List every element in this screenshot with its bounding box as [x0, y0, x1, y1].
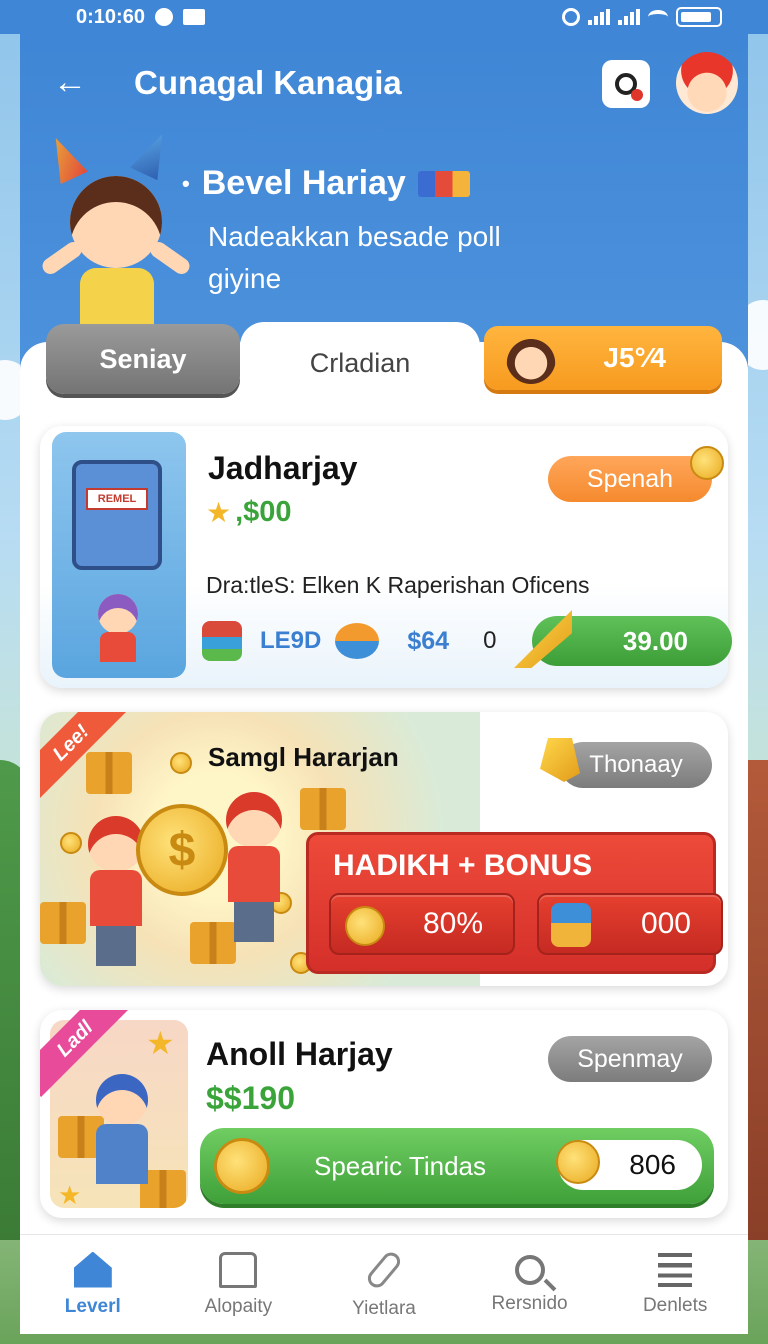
nav-item-leverl[interactable]: Leverl — [20, 1235, 166, 1334]
app-notification-icon — [182, 9, 205, 25]
menu-icon — [658, 1252, 693, 1287]
bonus-count: 000 — [640, 907, 691, 940]
kid-icon — [506, 332, 556, 384]
nav-label: Yietlara — [352, 1297, 416, 1319]
amount-button[interactable]: 39.00 — [514, 610, 732, 668]
coin-icon — [214, 1138, 270, 1194]
thonaay-button[interactable]: Thonaay — [560, 742, 712, 788]
nav-label: Denlets — [642, 1294, 708, 1316]
special-label: Spearic Tindas — [314, 1150, 486, 1181]
tab-bar: Seniay Crladian J5°⁄4 — [20, 322, 748, 404]
horn-icon — [514, 610, 572, 668]
nav-item-yietlara[interactable]: Yietlara — [311, 1235, 457, 1334]
vending-machine-illustration: REMEL — [52, 432, 186, 678]
tab-discount[interactable]: J5°⁄4 — [484, 326, 722, 390]
nav-item-rersnido[interactable]: Rersnido — [457, 1235, 603, 1334]
notification-icon — [154, 8, 173, 26]
coin-icon — [690, 446, 724, 480]
home-outline-icon — [219, 1251, 258, 1288]
card-price: $$190 — [206, 1080, 295, 1116]
count-value: 806 — [629, 1149, 676, 1180]
card-price: ★ ,$00 — [206, 496, 292, 529]
kettle-icon — [202, 621, 242, 661]
card-title: Anoll Harjay — [206, 1036, 393, 1072]
amount-value: 39.00 — [622, 625, 688, 656]
card-description: Dra:tleS: Elken K Raperishan Oficens — [206, 572, 590, 598]
battery-icon — [676, 7, 722, 27]
flag-icon — [417, 170, 470, 197]
card-title: Samgl Hararjan — [208, 742, 399, 772]
search-icon — [514, 1254, 545, 1285]
card-title: Jadharjay — [208, 450, 358, 486]
nav-item-alopaity[interactable]: Alopaity — [166, 1235, 312, 1334]
dollar-coin-icon: $ — [136, 804, 228, 896]
bonus-panel: HADIKH + BONUS 80% 000 — [306, 832, 723, 974]
stat-lego: LE9D — [260, 627, 322, 654]
special-button[interactable]: Spearic Tindas 806 — [200, 1128, 714, 1204]
camera-icon — [615, 73, 643, 101]
signal-icon — [588, 9, 610, 25]
bullet-icon: • — [182, 170, 190, 196]
wifi-icon — [648, 10, 668, 24]
offer-card-samgl[interactable]: $ Lee! Samgl Hararjan Thonaay HADIKH + B… — [40, 712, 728, 986]
paperclip-icon — [364, 1248, 404, 1291]
tab-crladian[interactable]: Crladian — [240, 322, 480, 404]
bonus-count-button[interactable]: 000 — [537, 893, 723, 955]
stat-price: $64 — [407, 626, 450, 655]
content-panel: REMEL Jadharjay ★ ,$00 Spenah Dra:tleS: … — [20, 400, 748, 1234]
status-bar: 0:10:60 — [0, 0, 768, 34]
nav-label: Leverl — [64, 1295, 121, 1317]
machine-sign: REMEL — [86, 488, 148, 510]
bonus-percent: 80% — [422, 907, 483, 940]
alarm-icon — [562, 8, 580, 26]
offer-card-anoll[interactable]: ★ ★ Ladl Anoll Harjay $$190 Spenmay Spea… — [40, 1010, 728, 1218]
camera-button[interactable] — [602, 60, 650, 108]
spenmay-button[interactable]: Spenmay — [548, 1036, 712, 1082]
nav-item-denlets[interactable]: Denlets — [602, 1235, 748, 1334]
hero-name-text: Bevel Hariay — [201, 164, 406, 202]
status-time: 0:10:60 — [76, 5, 145, 28]
nav-label: Rersnido — [491, 1292, 568, 1314]
offer-card-jadharjay[interactable]: REMEL Jadharjay ★ ,$00 Spenah Dra:tleS: … — [40, 426, 732, 688]
back-arrow-icon[interactable]: ← — [50, 62, 90, 102]
signal-icon-2 — [618, 9, 640, 25]
coin-icon — [556, 1140, 600, 1184]
bottom-nav: Leverl Alopaity Yietlara Rersnido Denlet… — [20, 1234, 748, 1334]
avatar[interactable] — [676, 52, 738, 114]
tab-seniay[interactable]: Seniay — [46, 324, 240, 394]
hero-subtitle: Nadeakkan besade poll giyine — [208, 221, 501, 294]
stat-zero: 0 — [483, 627, 497, 654]
page-title: Cunagal Kanagia — [134, 64, 402, 101]
home-icon — [73, 1251, 112, 1288]
star-icon: ★ — [206, 497, 232, 528]
coin-icon — [345, 906, 385, 946]
robot-toy-icon — [551, 903, 591, 947]
card-stats: LE9D $64 0 39.00 — [202, 610, 732, 668]
spenah-button[interactable]: Spenah — [548, 456, 712, 502]
ball-icon — [335, 623, 380, 659]
tab-discount-label: J5°⁄4 — [603, 342, 666, 373]
card-price-value: ,$00 — [235, 496, 292, 528]
bonus-percent-button[interactable]: 80% — [329, 893, 515, 955]
bonus-title: HADIKH + BONUS — [333, 849, 593, 882]
hero-name: • Bevel Hariay — [182, 164, 470, 203]
nav-label: Alopaity — [204, 1295, 273, 1317]
mascot-girl-illustration — [39, 132, 193, 328]
